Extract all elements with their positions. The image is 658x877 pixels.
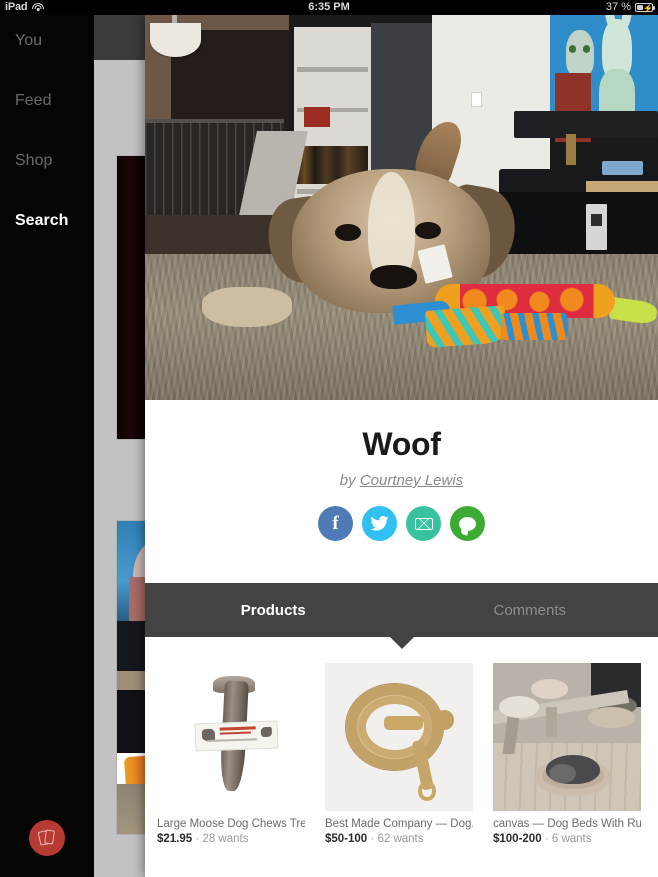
cards-icon — [37, 829, 56, 847]
open-tabs-button[interactable] — [29, 820, 65, 856]
message-share-button[interactable] — [450, 506, 485, 541]
speech-bubble-icon — [459, 516, 476, 531]
twitter-icon — [370, 516, 389, 531]
product-price: $100-200 — [493, 833, 542, 845]
sidebar-item-you[interactable]: You — [15, 32, 42, 50]
product-title: Best Made Company — Dog... — [325, 818, 473, 830]
product-card[interactable]: Large Moose Dog Chews Treat... $21.95 · … — [157, 663, 305, 845]
facebook-share-button[interactable]: f — [318, 506, 353, 541]
product-image[interactable] — [493, 663, 641, 811]
product-image[interactable] — [325, 663, 473, 811]
sidebar-item-feed[interactable]: Feed — [15, 92, 51, 110]
sidebar-item-search[interactable]: Search — [15, 212, 68, 230]
product-meta: $100-200 · 6 wants — [493, 833, 641, 845]
sidebar: You Feed Shop Search — [0, 15, 94, 877]
page-title: Woof — [362, 426, 441, 462]
status-bar-clock: 6:35 PM — [308, 1, 350, 13]
products-grid: Large Moose Dog Chews Treat... $21.95 · … — [145, 637, 658, 845]
byline: by Courtney Lewis — [145, 472, 658, 489]
byline-prefix: by — [339, 472, 356, 489]
envelope-icon — [414, 517, 433, 530]
active-tab-pointer-icon — [390, 637, 414, 649]
product-wants: 6 wants — [551, 833, 592, 845]
battery-charging-icon: ⚡ — [635, 3, 655, 13]
author-link[interactable]: Courtney Lewis — [360, 472, 463, 489]
app-screen: iPad 6:35 PM 37 % ⚡ You Feed Shop Search… — [0, 0, 658, 877]
product-wants: 28 wants — [202, 833, 249, 845]
meta-separator: · — [544, 833, 549, 845]
product-title: canvas — Dog Beds With Runn... — [493, 818, 641, 830]
email-share-button[interactable] — [406, 506, 441, 541]
meta-separator: · — [370, 833, 375, 845]
status-bar-right: 37 % ⚡ — [605, 0, 655, 15]
board-title-block: Woof by Courtney Lewis f — [145, 400, 658, 583]
product-price: $50-100 — [325, 833, 368, 845]
tab-comments[interactable]: Comments — [402, 583, 658, 637]
twitter-share-button[interactable] — [362, 506, 397, 541]
battery-percent-label: 37 % — [605, 1, 631, 13]
tab-products[interactable]: Products — [145, 583, 402, 637]
board-detail-panel: Woof by Courtney Lewis f Products Commen… — [145, 15, 658, 877]
product-meta: $50-100 · 62 wants — [325, 833, 473, 845]
product-title: Large Moose Dog Chews Treat... — [157, 818, 305, 830]
meta-separator: · — [195, 833, 200, 845]
product-price: $21.95 — [157, 833, 193, 845]
share-button-row: f — [145, 506, 658, 541]
status-bar: iPad 6:35 PM 37 % ⚡ — [0, 0, 658, 15]
hero-photo[interactable] — [145, 15, 658, 400]
product-image[interactable] — [157, 663, 305, 811]
detail-tab-bar: Products Comments — [145, 583, 658, 649]
product-meta: $21.95 · 28 wants — [157, 833, 305, 845]
product-card[interactable]: Best Made Company — Dog... $50-100 · 62 … — [325, 663, 473, 845]
sidebar-item-shop[interactable]: Shop — [15, 152, 52, 170]
facebook-icon: f — [332, 512, 339, 534]
dog-toy-shape — [392, 244, 658, 354]
product-card[interactable]: canvas — Dog Beds With Runn... $100-200 … — [493, 663, 641, 845]
product-wants: 62 wants — [377, 833, 424, 845]
